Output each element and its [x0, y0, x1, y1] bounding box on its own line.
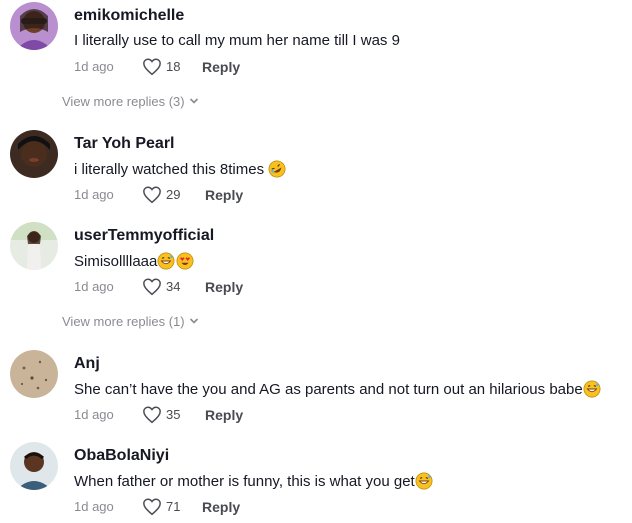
rofl-emoji-icon [268, 160, 286, 178]
chevron-down-icon [189, 318, 198, 324]
comment-text: Simisollllaaa [74, 252, 194, 270]
comment-text: I literally use to call my mum her name … [74, 32, 400, 49]
view-more-replies[interactable]: View more replies (3) [62, 94, 199, 109]
reply-button[interactable]: Reply [205, 187, 243, 203]
grinning-sweat-emoji-icon [583, 380, 601, 398]
view-more-replies[interactable]: View more replies (1) [62, 314, 199, 329]
like-icon[interactable] [142, 277, 162, 297]
comment-username[interactable]: userTemmyofficial [74, 227, 214, 245]
comment-text: She can’t have the you and AG as parents… [74, 380, 601, 398]
reply-button[interactable]: Reply [205, 407, 243, 423]
comment-username[interactable]: emikomichelle [74, 7, 184, 25]
reply-button[interactable]: Reply [202, 59, 240, 75]
comment-time: 1d ago [74, 499, 114, 514]
avatar[interactable] [10, 222, 58, 270]
like-icon[interactable] [142, 57, 162, 77]
comment-text: When father or mother is funny, this is … [74, 472, 433, 490]
reply-button[interactable]: Reply [202, 499, 240, 515]
like-count: 35 [166, 407, 181, 422]
like-count: 18 [166, 59, 181, 74]
view-more-label: View more replies (3) [62, 94, 185, 109]
like-icon[interactable] [142, 405, 162, 425]
view-more-label: View more replies (1) [62, 314, 185, 329]
comment-username[interactable]: Anj [74, 355, 100, 373]
comment-time: 1d ago [74, 187, 114, 202]
comment-time: 1d ago [74, 407, 114, 422]
comment-username[interactable]: ObaBolaNiyi [74, 447, 169, 465]
chevron-down-icon [189, 98, 198, 104]
avatar[interactable] [10, 442, 58, 490]
comment-username[interactable]: Tar Yoh Pearl [74, 135, 174, 153]
like-icon[interactable] [142, 497, 162, 517]
grinning-sweat-emoji-icon [415, 472, 433, 490]
avatar[interactable] [10, 350, 58, 398]
like-count: 29 [166, 187, 181, 202]
reply-button[interactable]: Reply [205, 279, 243, 295]
avatar[interactable] [10, 130, 58, 178]
avatar[interactable] [10, 2, 58, 50]
comment-text: i literally watched this 8times [74, 160, 286, 178]
like-icon[interactable] [142, 185, 162, 205]
like-count: 71 [166, 499, 181, 514]
heart-eyes-emoji-icon [176, 252, 194, 270]
grinning-sweat-emoji-icon [157, 252, 175, 270]
comment-time: 1d ago [74, 59, 114, 74]
comment-time: 1d ago [74, 279, 114, 294]
like-count: 34 [166, 279, 181, 294]
